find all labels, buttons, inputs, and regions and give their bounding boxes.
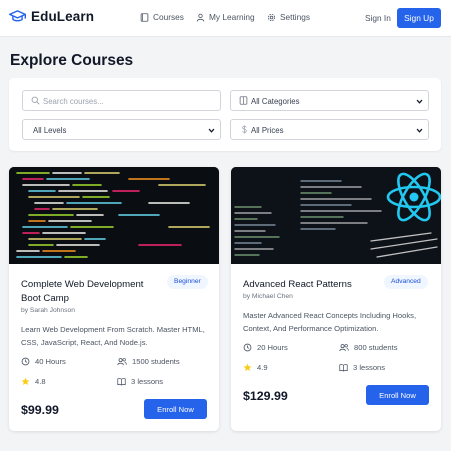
- lessons-text: 3 lessons: [353, 363, 386, 372]
- star-icon: [21, 377, 30, 386]
- nav-link-courses[interactable]: Courses: [140, 12, 184, 22]
- level-select[interactable]: All Levels: [22, 119, 221, 140]
- course-price: $129.99: [243, 389, 288, 403]
- users-icon: [339, 343, 349, 352]
- nav-link-my-learning[interactable]: My Learning: [196, 12, 255, 22]
- course-rating: 4.9: [243, 363, 268, 372]
- course-duration: 40 Hours: [21, 357, 66, 366]
- book-open-icon: [117, 377, 126, 386]
- filter-panel: Search courses... All Categories All Lev…: [9, 78, 441, 151]
- level-badge: Beginner: [167, 275, 208, 289]
- course-lessons: 3 lessons: [339, 363, 385, 372]
- course-author: by Michael Chen: [243, 293, 293, 300]
- book-open-icon: [339, 363, 348, 372]
- course-card[interactable]: Complete Web Development Boot Camp Begin…: [9, 167, 219, 431]
- price-select[interactable]: All Prices: [230, 119, 429, 140]
- level-value: All Levels: [33, 126, 67, 135]
- sign-in-link[interactable]: Sign In: [365, 13, 391, 23]
- users-icon: [117, 357, 127, 366]
- chevron-down-icon: [208, 127, 215, 136]
- search-input[interactable]: Search courses...: [22, 90, 221, 111]
- search-placeholder: Search courses...: [43, 97, 104, 106]
- lessons-text: 3 lessons: [131, 377, 164, 386]
- nav-link-label: Settings: [280, 12, 310, 22]
- enroll-button[interactable]: Enroll Now: [144, 399, 207, 419]
- gear-icon: [267, 13, 276, 22]
- price-value: All Prices: [251, 126, 284, 135]
- top-navbar: EduLearn Courses My Learning Settings Si…: [0, 0, 451, 37]
- duration-text: 20 Hours: [257, 343, 288, 352]
- book-icon: [140, 12, 149, 22]
- students-text: 800 students: [354, 343, 398, 352]
- duration-text: 40 Hours: [35, 357, 66, 366]
- course-rating: 4.8: [21, 377, 46, 386]
- category-value: All Categories: [251, 97, 300, 106]
- level-badge: Advanced: [384, 275, 428, 289]
- book-icon: [239, 96, 248, 107]
- rating-text: 4.8: [35, 377, 46, 386]
- course-duration: 20 Hours: [243, 343, 288, 352]
- course-lessons: 3 lessons: [117, 377, 163, 386]
- nav-link-label: Courses: [153, 12, 184, 22]
- course-price: $99.99: [21, 403, 59, 417]
- category-select[interactable]: All Categories: [230, 90, 429, 111]
- search-icon: [31, 96, 40, 107]
- enroll-button[interactable]: Enroll Now: [366, 385, 429, 405]
- rating-text: 4.9: [257, 363, 268, 372]
- star-icon: [243, 363, 252, 372]
- course-author: by Sarah Johnson: [21, 307, 75, 314]
- course-students: 1500 students: [117, 357, 180, 366]
- page-title: Explore Courses: [10, 52, 134, 69]
- brand-name: EduLearn: [31, 9, 95, 24]
- dollar-icon: [241, 125, 248, 136]
- course-title[interactable]: Advanced React Patterns: [243, 278, 383, 292]
- students-text: 1500 students: [132, 357, 180, 366]
- course-title[interactable]: Complete Web Development Boot Camp: [21, 278, 161, 306]
- course-card[interactable]: Advanced React Patterns Advanced by Mich…: [231, 167, 441, 431]
- user-icon: [196, 13, 205, 22]
- chevron-down-icon: [416, 127, 423, 136]
- course-description: Learn Web Development From Scratch. Mast…: [21, 325, 205, 347]
- brand[interactable]: EduLearn: [9, 9, 94, 24]
- course-students: 800 students: [339, 343, 398, 352]
- course-thumbnail: [231, 167, 441, 264]
- course-thumbnail: [9, 167, 219, 264]
- graduation-cap-icon: [9, 9, 26, 24]
- clock-icon: [243, 343, 252, 352]
- chevron-down-icon: [416, 98, 423, 107]
- nav-link-settings[interactable]: Settings: [267, 12, 310, 22]
- clock-icon: [21, 357, 30, 366]
- sign-up-button[interactable]: Sign Up: [397, 8, 441, 28]
- course-description: Master Advanced React Concepts Including…: [243, 311, 417, 333]
- nav-link-label: My Learning: [209, 12, 255, 22]
